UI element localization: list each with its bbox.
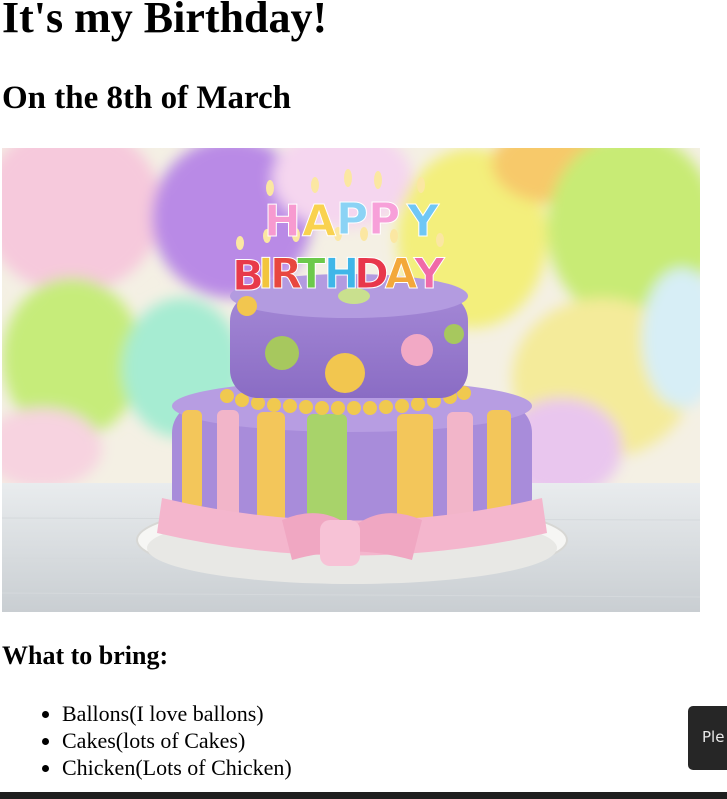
bottom-bar bbox=[0, 792, 727, 799]
page-subtitle: On the 8th of March bbox=[2, 80, 292, 116]
what-to-bring-heading: What to bring: bbox=[2, 641, 169, 670]
list-item: Cakes(lots of Cakes) bbox=[62, 727, 292, 754]
svg-text:Y: Y bbox=[413, 249, 445, 298]
list-item: Chicken(Lots of Chicken) bbox=[62, 754, 292, 781]
list-item: Ballons(I love ballons) bbox=[62, 700, 292, 727]
svg-text:T: T bbox=[297, 249, 326, 298]
svg-text:A: A bbox=[302, 196, 336, 247]
bring-list: Ballons(I love ballons) Cakes(lots of Ca… bbox=[22, 700, 292, 781]
toast-text: Ple bbox=[702, 728, 725, 746]
svg-text:Y: Y bbox=[406, 196, 440, 247]
svg-text:P: P bbox=[368, 194, 400, 245]
svg-text:D: D bbox=[354, 249, 389, 298]
svg-text:P: P bbox=[336, 194, 368, 245]
birthday-cake-image: H A P P Y B I R T H D A Y bbox=[2, 148, 700, 612]
svg-text:H: H bbox=[264, 196, 301, 247]
notification-toast[interactable]: Ple bbox=[688, 706, 727, 770]
page-title: It's my Birthday! bbox=[2, 0, 328, 42]
